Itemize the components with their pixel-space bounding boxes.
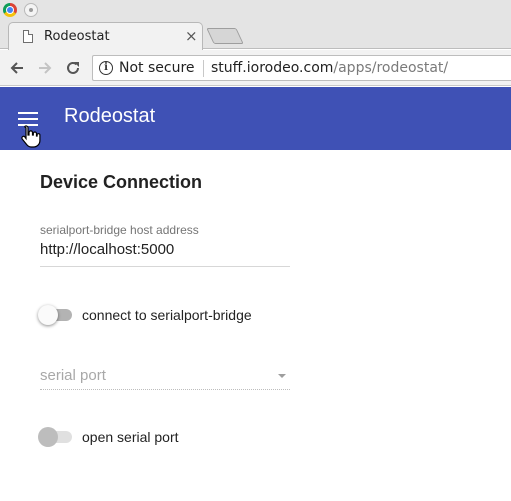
switch-thumb[interactable] — [38, 427, 58, 447]
window-titlebar — [0, 0, 511, 20]
connect-bridge-switch[interactable] — [38, 305, 74, 325]
browser-tab-rodeostat[interactable]: Rodeostat × — [8, 22, 203, 50]
info-icon[interactable]: i — [99, 61, 113, 75]
app-bar: Rodeostat — [0, 87, 511, 150]
host-address-label: serialport-bridge host address — [40, 223, 199, 237]
back-button[interactable] — [6, 57, 28, 79]
url-text[interactable]: stuff.iorodeo.com/apps/rodeostat/ — [211, 60, 448, 76]
switch-thumb[interactable] — [38, 305, 58, 325]
serial-port-select[interactable]: serial port — [40, 364, 290, 390]
connect-bridge-label[interactable]: connect to serialport-bridge — [82, 307, 252, 323]
hand-cursor-icon — [21, 125, 41, 148]
open-serial-port-label[interactable]: open serial port — [82, 429, 179, 445]
chrome-logo-icon — [3, 3, 17, 17]
app-title: Rodeostat — [64, 105, 156, 127]
window-control-button[interactable] — [24, 3, 38, 17]
serial-port-placeholder: serial port — [40, 367, 106, 384]
tab-close-icon[interactable]: × — [185, 27, 198, 45]
document-icon — [23, 30, 33, 43]
reload-button[interactable] — [62, 57, 84, 79]
dropdown-arrow-icon — [278, 374, 286, 378]
host-address-input[interactable]: http://localhost:5000 — [40, 241, 290, 267]
tab-title: Rodeostat — [44, 29, 110, 44]
address-bar[interactable]: i Not secure stuff.iorodeo.com/apps/rode… — [92, 55, 511, 81]
browser-toolbar: i Not secure stuff.iorodeo.com/apps/rode… — [0, 50, 511, 86]
omnibox-divider — [203, 60, 204, 77]
tab-strip: Rodeostat × — [0, 20, 511, 50]
arrow-left-icon — [10, 62, 23, 74]
security-status[interactable]: Not secure — [119, 60, 195, 76]
section-title: Device Connection — [40, 172, 203, 192]
new-tab-button[interactable] — [206, 28, 244, 44]
forward-button[interactable] — [34, 57, 56, 79]
arrow-right-icon — [39, 62, 52, 74]
url-path: /apps/rodeostat/ — [333, 60, 449, 76]
reload-icon — [67, 61, 79, 74]
open-serial-port-switch[interactable] — [38, 427, 74, 447]
url-host: stuff.iorodeo.com — [211, 60, 334, 76]
